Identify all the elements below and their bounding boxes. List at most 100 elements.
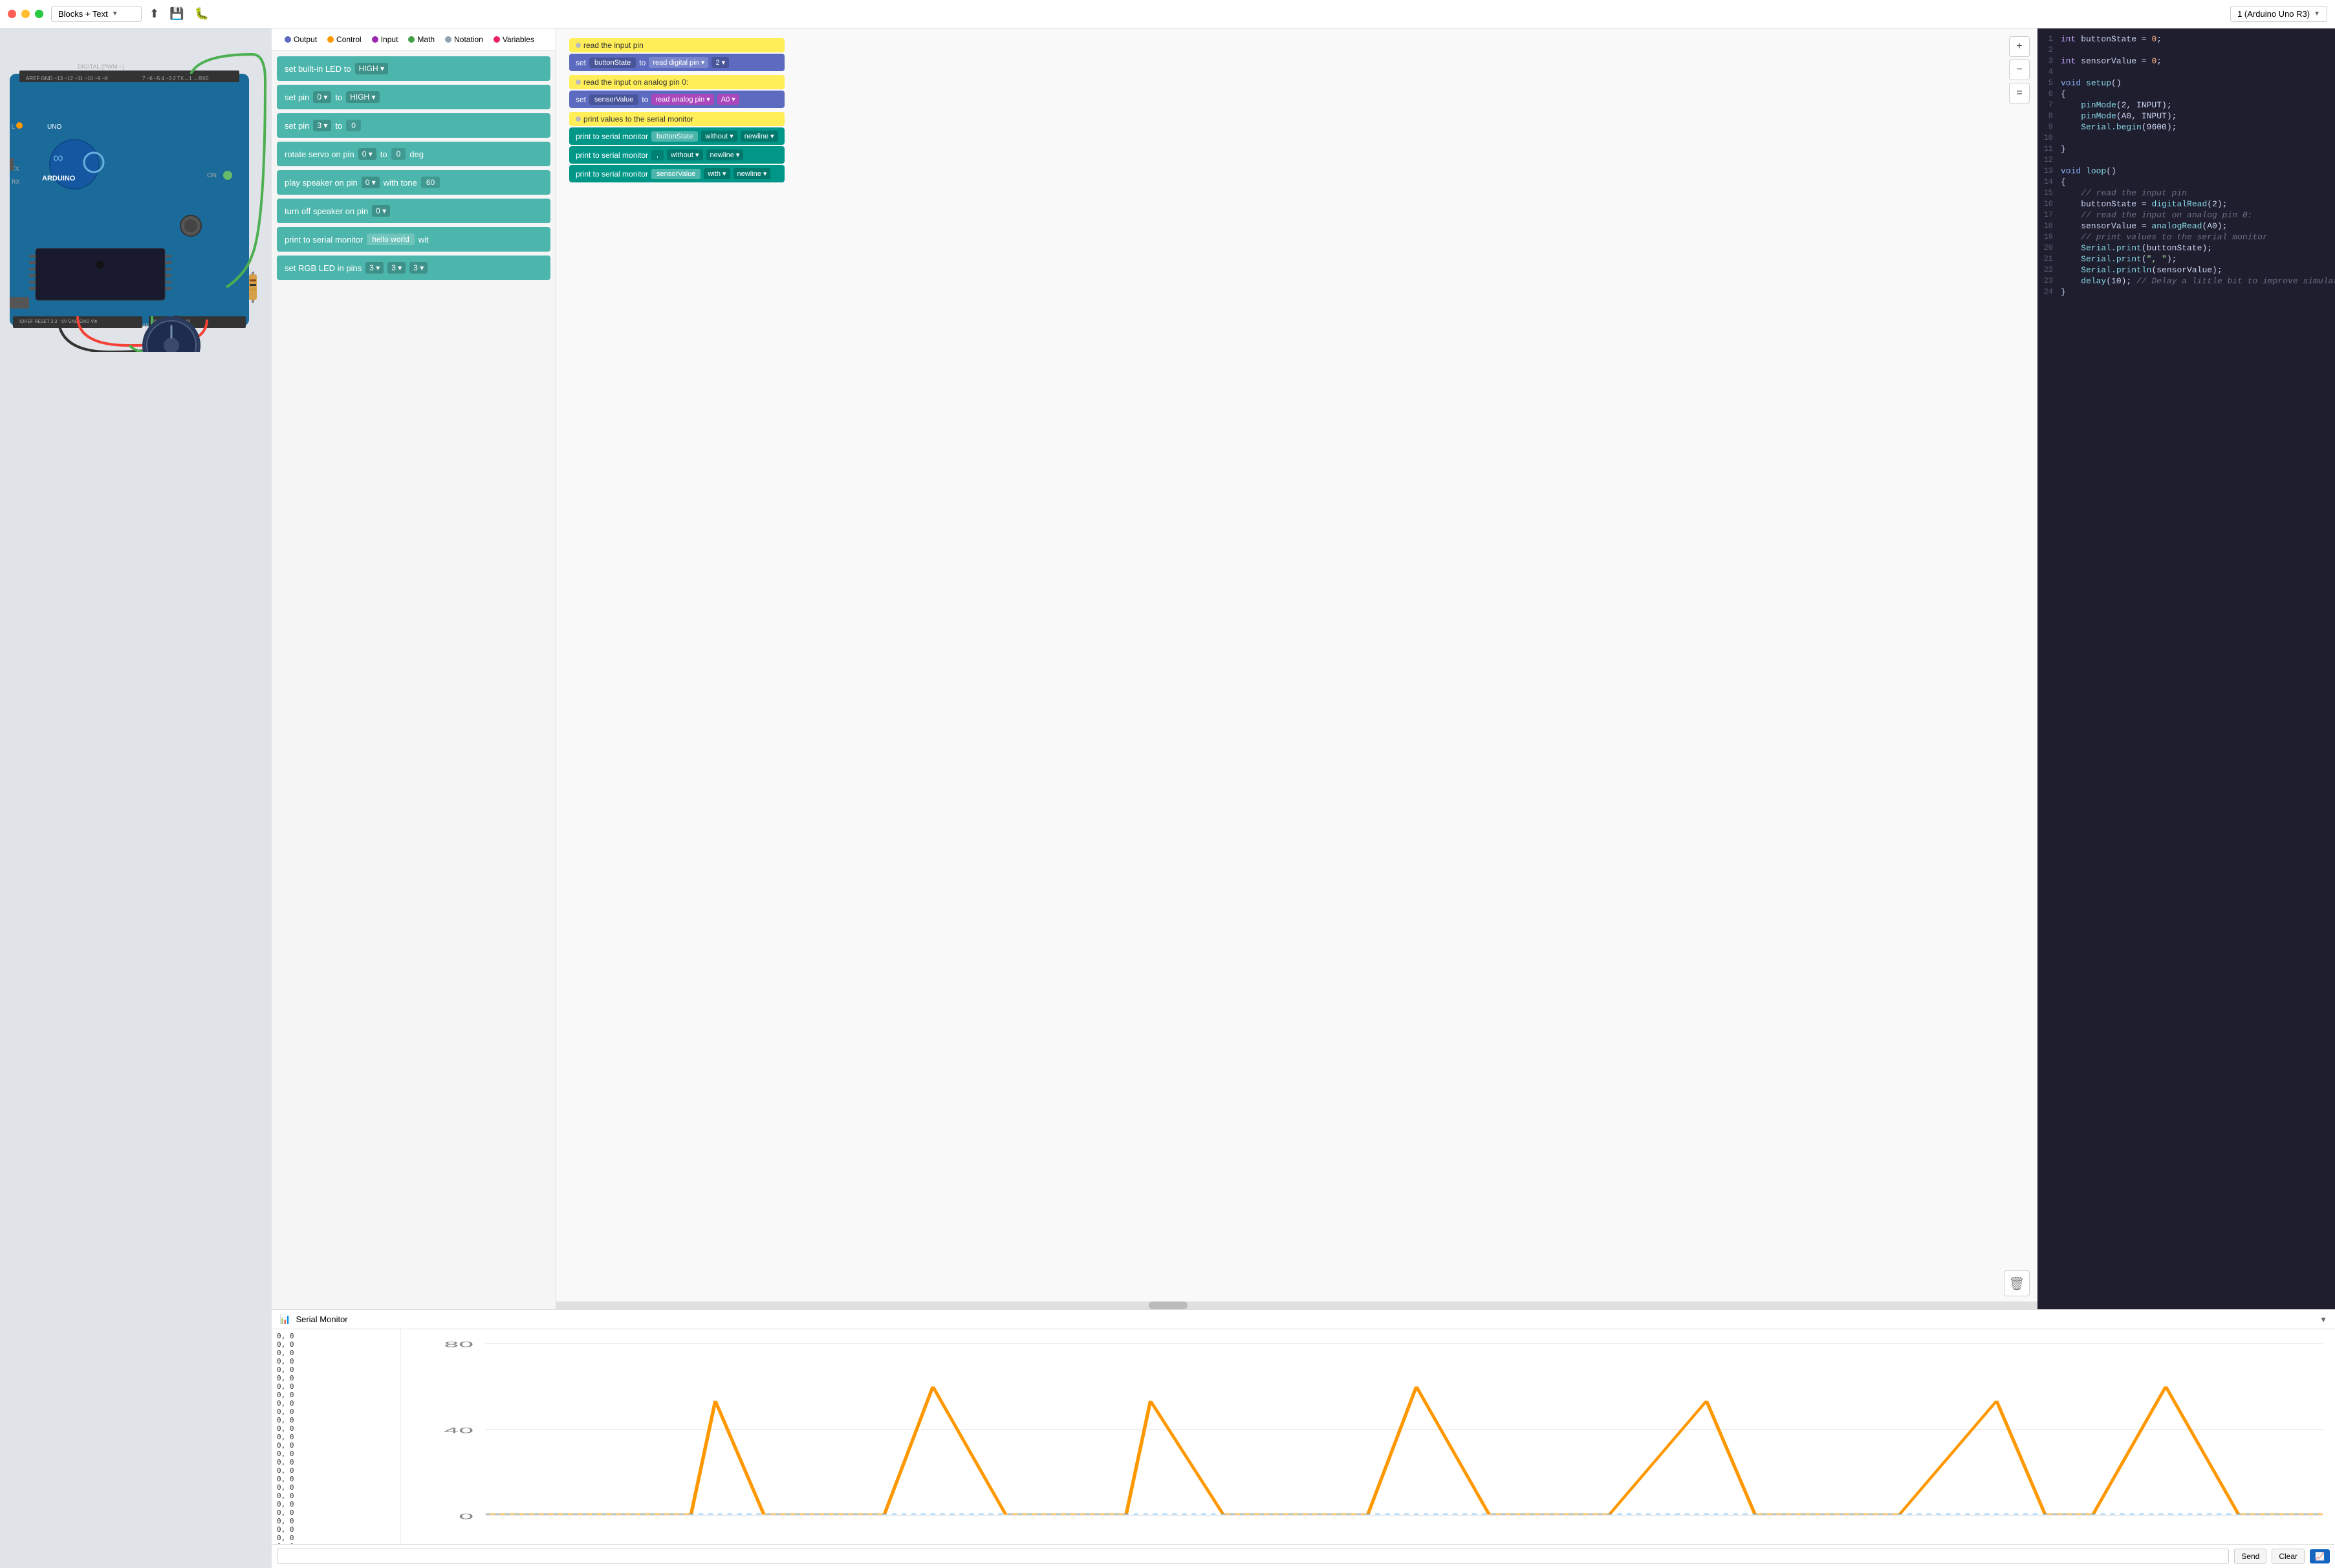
serial-data-line: 0, 0 bbox=[277, 1399, 395, 1408]
close-window-button[interactable] bbox=[8, 10, 16, 18]
serial-footer: Send Clear 📈 bbox=[272, 1544, 2335, 1568]
ws-block-print-buttonstate[interactable]: print to serial monitor buttonState with… bbox=[569, 127, 785, 145]
minimize-window-button[interactable] bbox=[21, 10, 30, 18]
code-line: 20 Serial.print(buttonState); bbox=[2037, 243, 2335, 254]
category-output[interactable]: Output bbox=[279, 34, 322, 45]
block-set-led[interactable]: set built-in LED to HIGH ▾ bbox=[277, 56, 550, 81]
save-icon[interactable]: 💾 bbox=[169, 7, 184, 21]
zoom-reset-button[interactable]: = bbox=[2009, 83, 2030, 103]
maximize-window-button[interactable] bbox=[35, 10, 43, 18]
block-set-led-label: set built-in LED to bbox=[285, 64, 351, 74]
block-set-pin-dropdown1[interactable]: 0 ▾ bbox=[313, 91, 331, 103]
line-content: void setup() bbox=[2061, 78, 2335, 88]
trash-button[interactable]: 🗑 bbox=[2004, 1270, 2030, 1296]
category-control[interactable]: Control bbox=[322, 34, 367, 45]
ws-sensorvalue-value: sensorValue bbox=[589, 94, 638, 105]
ws-a0-dropdown[interactable]: A0 ▾ bbox=[717, 94, 739, 105]
upload-icon[interactable]: ⬆ bbox=[149, 7, 159, 21]
block-set-rgb[interactable]: set RGB LED in pins 3 ▾ 3 ▾ 3 ▾ bbox=[277, 256, 550, 280]
serial-input-field[interactable] bbox=[277, 1549, 2229, 1564]
line-number: 7 bbox=[2037, 100, 2061, 110]
block-set-pin-high[interactable]: set pin 0 ▾ to HIGH ▾ bbox=[277, 85, 550, 109]
svg-text:7 ~6 ~5 4 ~3 2 TX→1 ←RX0: 7 ~6 ~5 4 ~3 2 TX→1 ←RX0 bbox=[142, 76, 209, 82]
line-number: 12 bbox=[2037, 155, 2061, 165]
block-rgb-pin3-dropdown[interactable]: 3 ▾ bbox=[409, 262, 428, 274]
line-content: Serial.print(buttonState); bbox=[2061, 243, 2335, 253]
category-input-label: Input bbox=[381, 35, 398, 44]
zoom-out-button[interactable]: − bbox=[2009, 60, 2030, 80]
block-servo-pin-dropdown[interactable]: 0 ▾ bbox=[358, 148, 376, 160]
ws-block-print-sensorvalue[interactable]: print to serial monitor sensorValue with… bbox=[569, 165, 785, 182]
svg-text:ARDUINO: ARDUINO bbox=[42, 175, 76, 182]
ws-comment-print[interactable]: print values to the serial monitor bbox=[569, 112, 785, 126]
ws-comment-read-input[interactable]: read the input pin bbox=[569, 38, 785, 52]
line-number: 13 bbox=[2037, 166, 2061, 176]
code-line: 17 // read the input on analog pin 0: bbox=[2037, 210, 2335, 221]
zoom-in-button[interactable]: + bbox=[2009, 36, 2030, 57]
block-rotate-servo[interactable]: rotate servo on pin 0 ▾ to 0 deg bbox=[277, 142, 550, 166]
block-set-led-dropdown[interactable]: HIGH ▾ bbox=[355, 63, 388, 74]
block-set-pin-dropdown2[interactable]: HIGH ▾ bbox=[346, 91, 379, 103]
device-label: 1 (Arduino Uno R3) bbox=[2237, 9, 2310, 19]
workspace-blocks-area[interactable]: read the input pin set buttonState to re… bbox=[556, 28, 2037, 1309]
workspace-scrollbar[interactable] bbox=[556, 1301, 2037, 1309]
right-panel: Output Control Input Math bbox=[272, 28, 2335, 1568]
ws-newline-dropdown1[interactable]: newline ▾ bbox=[741, 131, 778, 142]
block-set-pin-value[interactable]: set pin 3 ▾ to 0 bbox=[277, 113, 550, 138]
ws-pin2-dropdown[interactable]: 2 ▾ bbox=[711, 57, 729, 68]
line-content: buttonState = digitalRead(2); bbox=[2061, 199, 2335, 209]
mode-selector[interactable]: Blocks + Text ▼ bbox=[51, 6, 142, 22]
block-set-pin-label: set pin bbox=[285, 93, 309, 102]
serial-data-line: 0, 0 bbox=[277, 1466, 395, 1475]
block-set-pin-value-dropdown[interactable]: 3 ▾ bbox=[313, 120, 331, 131]
ws-print-sensorvalue-value: sensorValue bbox=[651, 169, 700, 179]
ws-comment-analog[interactable]: read the input on analog pin 0: bbox=[569, 75, 785, 89]
line-content: } bbox=[2061, 287, 2335, 297]
zoom-controls: + − = bbox=[2009, 36, 2030, 103]
block-set-pin-value-input[interactable]: 0 bbox=[346, 120, 361, 131]
serial-clear-button[interactable]: Clear bbox=[2272, 1549, 2305, 1564]
blocks-panel: Output Control Input Math bbox=[272, 28, 556, 1309]
category-input[interactable]: Input bbox=[367, 34, 404, 45]
arduino-svg: AREF GND ~13 ~12 ~11 ~10 ~9 ~8 7 ~6 ~5 4… bbox=[0, 28, 272, 352]
serial-data-line: 0, 0 bbox=[277, 1391, 395, 1399]
serial-data-line: 0, 0 bbox=[277, 1374, 395, 1382]
code-line: 8 pinMode(A0, INPUT); bbox=[2037, 111, 2335, 122]
serial-monitor-graph-button[interactable]: 📈 bbox=[2310, 1549, 2330, 1563]
ws-block-set-sensorvalue[interactable]: set sensorValue to read analog pin ▾ A0 … bbox=[569, 91, 785, 108]
line-number: 11 bbox=[2037, 144, 2061, 154]
workspace-scrollbar-thumb[interactable] bbox=[1149, 1301, 1188, 1309]
block-play-speaker[interactable]: play speaker on pin 0 ▾ with tone 60 bbox=[277, 170, 550, 195]
serial-send-button[interactable]: Send bbox=[2234, 1549, 2266, 1564]
serial-monitor-header[interactable]: 📊 Serial Monitor ▼ bbox=[272, 1310, 2335, 1329]
ws-without-dropdown2[interactable]: without ▾ bbox=[667, 149, 702, 160]
line-content: Serial.println(sensorValue); bbox=[2061, 265, 2335, 275]
block-rgb-pin2-dropdown[interactable]: 3 ▾ bbox=[387, 262, 406, 274]
device-selector[interactable]: 1 (Arduino Uno R3) ▼ bbox=[2230, 6, 2327, 22]
debug-icon[interactable]: 🐛 bbox=[195, 7, 209, 21]
category-math[interactable]: Math bbox=[403, 34, 440, 45]
ws-without-dropdown1[interactable]: without ▾ bbox=[701, 131, 737, 142]
category-variables[interactable]: Variables bbox=[488, 34, 539, 45]
block-rgb-pin1-dropdown[interactable]: 3 ▾ bbox=[365, 262, 384, 274]
ws-block-set-buttonstate[interactable]: set buttonState to read digital pin ▾ 2 … bbox=[569, 54, 785, 71]
ws-newline-dropdown3[interactable]: newline ▾ bbox=[733, 168, 771, 179]
block-turn-off-speaker[interactable]: turn off speaker on pin 0 ▾ bbox=[277, 199, 550, 223]
block-servo-value[interactable]: 0 bbox=[391, 148, 406, 160]
block-print-text-input[interactable]: hello world bbox=[367, 234, 414, 245]
block-print-serial[interactable]: print to serial monitor hello world wit bbox=[277, 227, 550, 252]
block-speaker-tone-value[interactable]: 60 bbox=[421, 177, 440, 188]
ws-newline-dropdown2[interactable]: newline ▾ bbox=[706, 149, 744, 160]
line-number: 21 bbox=[2037, 254, 2061, 264]
svg-text:AREF GND ~13 ~12 ~11 ~10 ~9 ~8: AREF GND ~13 ~12 ~11 ~10 ~9 ~8 bbox=[26, 76, 108, 82]
toolbar-icons: ⬆ 💾 🐛 bbox=[149, 7, 209, 21]
serial-chart: 80 40 0 bbox=[401, 1329, 2335, 1544]
serial-data-line: 0, 0 bbox=[277, 1332, 395, 1340]
block-speaker-pin-dropdown[interactable]: 0 ▾ bbox=[362, 177, 380, 188]
category-notation[interactable]: Notation bbox=[440, 34, 488, 45]
ws-read-analog-dropdown[interactable]: read analog pin ▾ bbox=[651, 94, 713, 105]
ws-read-digital-dropdown[interactable]: read digital pin ▾ bbox=[649, 57, 708, 68]
ws-with-dropdown[interactable]: with ▾ bbox=[704, 168, 730, 179]
block-speaker-off-dropdown[interactable]: 0 ▾ bbox=[372, 205, 390, 217]
ws-block-print-comma[interactable]: print to serial monitor , without ▾ newl… bbox=[569, 146, 785, 164]
